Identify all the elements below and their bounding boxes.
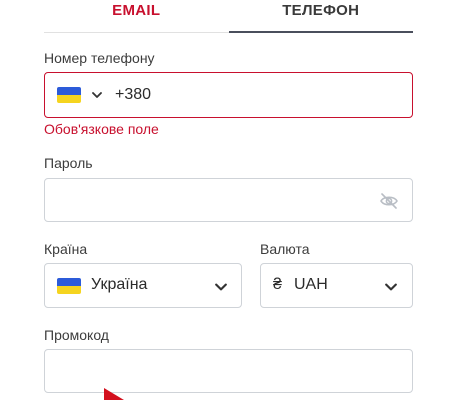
- password-field[interactable]: [44, 178, 413, 222]
- registration-form: EMAIL ТЕЛЕФОН Номер телефону +380 Обов'я…: [0, 0, 452, 400]
- chevron-down-icon[interactable]: [92, 90, 102, 100]
- phone-label: Номер телефону: [44, 50, 155, 66]
- tab-email[interactable]: EMAIL: [44, 0, 229, 32]
- red-arrow-icon: [104, 388, 124, 400]
- promo-input[interactable]: [57, 362, 397, 382]
- ukraine-flag-icon: [57, 278, 81, 294]
- country-select[interactable]: Україна: [44, 263, 242, 308]
- auth-method-tabs: EMAIL ТЕЛЕФОН: [44, 0, 413, 33]
- phone-prefix: +380: [115, 86, 152, 103]
- hryvnia-icon: ₴: [273, 276, 282, 293]
- ukraine-flag-icon: [57, 87, 81, 103]
- chevron-down-icon[interactable]: [385, 281, 397, 293]
- currency-label: Валюта: [260, 241, 310, 257]
- chevron-down-icon[interactable]: [215, 281, 227, 293]
- eye-off-icon[interactable]: [379, 192, 399, 210]
- phone-field[interactable]: +380: [44, 72, 413, 118]
- country-value: Україна: [91, 276, 148, 293]
- tab-phone-label: ТЕЛЕФОН: [282, 2, 360, 19]
- currency-select[interactable]: ₴ UAH: [260, 263, 413, 308]
- country-label: Країна: [44, 241, 88, 257]
- password-label: Пароль: [44, 155, 93, 171]
- currency-value: UAH: [294, 276, 328, 293]
- promo-label: Промокод: [44, 327, 109, 343]
- tab-phone[interactable]: ТЕЛЕФОН: [228, 0, 414, 33]
- phone-error-message: Обов'язкове поле: [44, 121, 159, 137]
- password-input[interactable]: [57, 191, 357, 211]
- tab-email-label: EMAIL: [112, 2, 161, 19]
